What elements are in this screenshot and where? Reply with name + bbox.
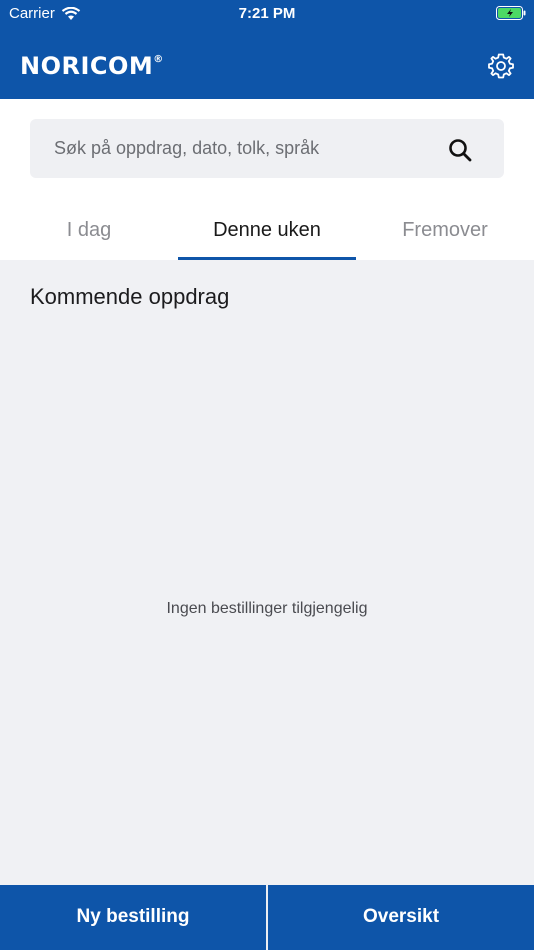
app-header: Carrier 7:21 PM NORICOM® [0, 0, 534, 99]
tab-bar: I dag Denne uken Fremover [0, 207, 534, 260]
status-bar: Carrier 7:21 PM [0, 0, 534, 28]
empty-state-message: Ingen bestillinger tilgjengelig [166, 600, 368, 617]
logo-text: NORICOM [20, 52, 154, 80]
battery-icon [496, 6, 526, 20]
status-time: 7:21 PM [238, 5, 296, 22]
search-icon[interactable] [448, 138, 472, 162]
noricom-logo: NORICOM® [20, 52, 164, 80]
section-title: Kommende oppdrag [30, 284, 230, 309]
overview-button[interactable]: Oversikt [268, 885, 534, 950]
registered-mark: ® [153, 54, 164, 65]
search-input[interactable] [30, 119, 430, 178]
tab-this-week[interactable]: Denne uken [178, 207, 356, 260]
search-and-tabs-panel: I dag Denne uken Fremover [0, 99, 534, 260]
bottom-action-bar: Ny bestilling Oversikt [0, 885, 534, 950]
tab-today[interactable]: I dag [0, 207, 178, 260]
search-bar [30, 119, 504, 178]
tab-upcoming[interactable]: Fremover [356, 207, 534, 260]
gear-icon[interactable] [487, 52, 515, 80]
new-order-button[interactable]: Ny bestilling [0, 885, 266, 950]
